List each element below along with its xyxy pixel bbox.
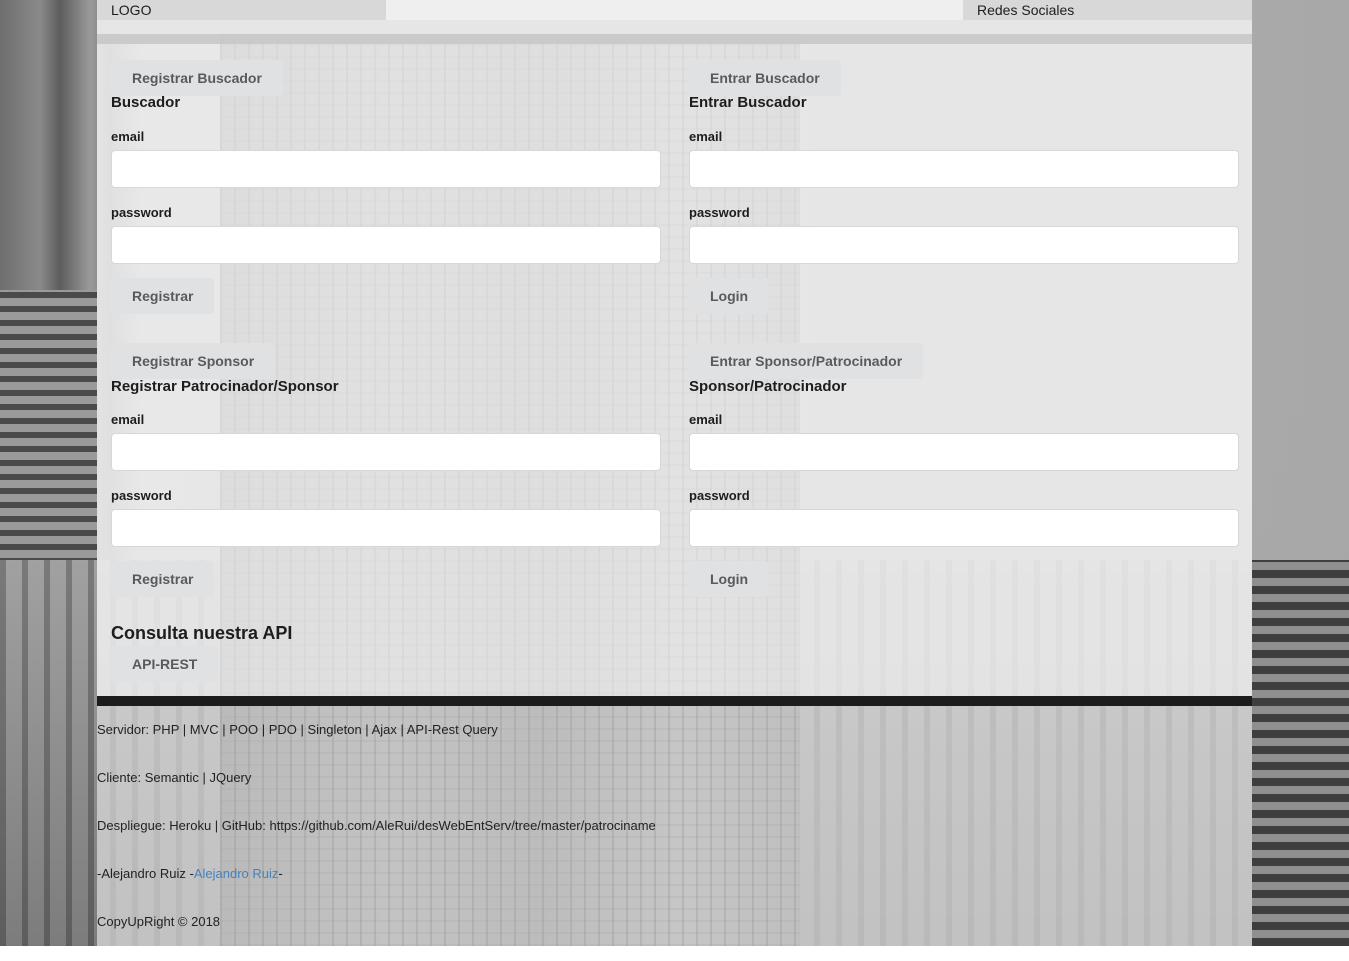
login-searcher-submit-button[interactable]: Login <box>689 278 770 314</box>
background-right-building <box>1252 560 1349 946</box>
register-sponsor-password-label: password <box>111 488 172 503</box>
login-sponsor-title: Sponsor/Patrocinador <box>689 378 847 395</box>
register-sponsor-email-label: email <box>111 412 145 427</box>
footer-author-suffix: - <box>278 866 283 881</box>
login-searcher-password-input[interactable] <box>689 226 1239 264</box>
login-sponsor-email-input[interactable] <box>689 433 1239 471</box>
api-rest-button[interactable]: API-REST <box>111 646 219 682</box>
login-searcher-password-label: password <box>689 205 750 220</box>
main-top-bar <box>97 34 1252 44</box>
footer-author-prefix: -Alejandro Ruiz - <box>97 866 194 881</box>
register-searcher-submit-button[interactable]: Registrar <box>111 278 215 314</box>
footer-copyright: CopyUpRight © 2018 <box>97 914 221 929</box>
footer-deploy-info: Despliegue: Heroku | GitHub: https://git… <box>97 818 656 833</box>
register-searcher-password-input[interactable] <box>111 226 661 264</box>
site-footer: Servidor: PHP | MVC | POO | PDO | Single… <box>97 706 1252 946</box>
login-searcher-email-label: email <box>689 129 723 144</box>
footer-author: -Alejandro Ruiz -Alejandro Ruiz- <box>97 866 283 881</box>
register-sponsor-title: Registrar Patrocinador/Sponsor <box>111 378 339 395</box>
tab-register-searcher-button[interactable]: Registrar Buscador <box>111 60 283 96</box>
tab-login-searcher-button[interactable]: Entrar Buscador <box>689 60 841 96</box>
login-sponsor-password-label: password <box>689 488 750 503</box>
header-divider <box>97 20 1252 34</box>
main-panel: Registrar Buscador Buscador email passwo… <box>97 34 1252 696</box>
login-searcher-email-input[interactable] <box>689 150 1239 188</box>
tab-login-sponsor-button[interactable]: Entrar Sponsor/Patrocinador <box>689 343 924 379</box>
register-sponsor-submit-button[interactable]: Registrar <box>111 561 215 597</box>
logo[interactable]: LOGO <box>97 0 386 20</box>
register-sponsor-email-input[interactable] <box>111 433 661 471</box>
tab-register-sponsor-button[interactable]: Registrar Sponsor <box>111 343 276 379</box>
footer-separator <box>97 696 1252 706</box>
footer-server-tech: Servidor: PHP | MVC | POO | PDO | Single… <box>97 722 498 737</box>
register-sponsor-password-input[interactable] <box>111 509 661 547</box>
login-searcher-title: Entrar Buscador <box>689 94 807 111</box>
footer-client-tech: Cliente: Semantic | JQuery <box>97 770 252 785</box>
api-section-title: Consulta nuestra API <box>111 623 293 643</box>
register-searcher-email-label: email <box>111 129 145 144</box>
login-sponsor-password-input[interactable] <box>689 509 1239 547</box>
login-sponsor-submit-button[interactable]: Login <box>689 561 770 597</box>
register-searcher-email-input[interactable] <box>111 150 661 188</box>
footer-author-link[interactable]: Alejandro Ruiz <box>194 866 279 881</box>
site-header: LOGO Redes Sociales <box>97 0 1252 20</box>
social-links[interactable]: Redes Sociales <box>963 0 1252 20</box>
register-searcher-password-label: password <box>111 205 172 220</box>
login-sponsor-email-label: email <box>689 412 723 427</box>
register-searcher-title: Buscador <box>111 94 181 111</box>
